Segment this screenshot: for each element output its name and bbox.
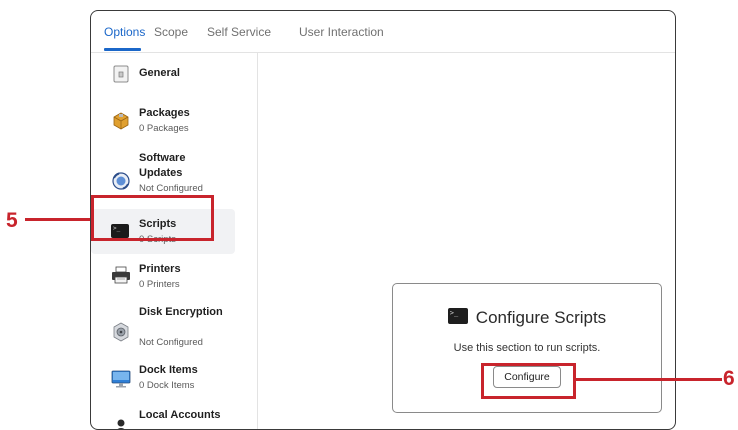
sidebar-item-subtitle: Not Configured — [139, 337, 203, 348]
tab-self-service[interactable]: Self Service — [207, 25, 271, 39]
sidebar-item-subtitle: Not Configured — [139, 183, 203, 194]
sidebar-item-title: Packages — [139, 107, 190, 119]
sidebar-item-subtitle: 0 Packages — [139, 123, 189, 134]
sidebar-item-general[interactable]: General — [91, 61, 235, 91]
software-update-icon — [111, 171, 131, 190]
sidebar-item-title: Dock Items — [139, 364, 198, 376]
sidebar-item-subtitle: 0 Printers — [139, 279, 180, 290]
sidebar-item-printers[interactable]: Printers 0 Printers — [91, 259, 235, 297]
callout-number-5: 5 — [6, 209, 18, 232]
disk-encryption-icon — [111, 322, 131, 342]
callout-number-6: 6 — [723, 367, 735, 390]
sidebar-item-disk-encryption[interactable]: Disk Encryption Not Configured — [91, 305, 235, 357]
package-icon — [111, 111, 131, 130]
card-description: Use this section to run scripts. — [453, 342, 601, 354]
lock-icon — [111, 65, 131, 83]
callout-box-scripts — [91, 195, 214, 241]
sidebar-item-dock-items[interactable]: Dock Items 0 Dock Items — [91, 363, 235, 401]
tab-options[interactable]: Options — [104, 25, 145, 39]
callout-line-6 — [575, 378, 722, 381]
card-title: Configure Scripts — [475, 308, 607, 327]
terminal-icon — [447, 308, 468, 324]
sidebar-item-title: Disk Encryption — [139, 306, 223, 318]
card-title-row: Configure Scripts — [393, 308, 661, 328]
sidebar-item-title: General — [139, 67, 180, 79]
sidebar-item-subtitle: 0 Dock Items — [139, 380, 195, 391]
callout-box-configure — [481, 363, 576, 399]
tab-user-interaction[interactable]: User Interaction — [299, 25, 384, 39]
sidebar-item-local-accounts[interactable]: Local Accounts — [91, 408, 235, 429]
dock-icon — [111, 369, 131, 388]
tab-bar: Options Scope Self Service User Interact… — [91, 11, 675, 53]
user-icon — [111, 418, 131, 429]
active-tab-indicator — [104, 48, 141, 51]
printer-icon — [111, 266, 131, 284]
sidebar-item-title: Local Accounts — [139, 409, 221, 421]
tab-scope[interactable]: Scope — [154, 25, 188, 39]
sidebar-item-title: Printers — [139, 263, 181, 275]
callout-line-5 — [25, 218, 92, 221]
sidebar-item-packages[interactable]: Packages 0 Packages — [91, 103, 235, 141]
sidebar-item-title: Software Updates — [139, 152, 186, 179]
sidebar: General Packages 0 Packages Software Upd… — [91, 53, 258, 429]
